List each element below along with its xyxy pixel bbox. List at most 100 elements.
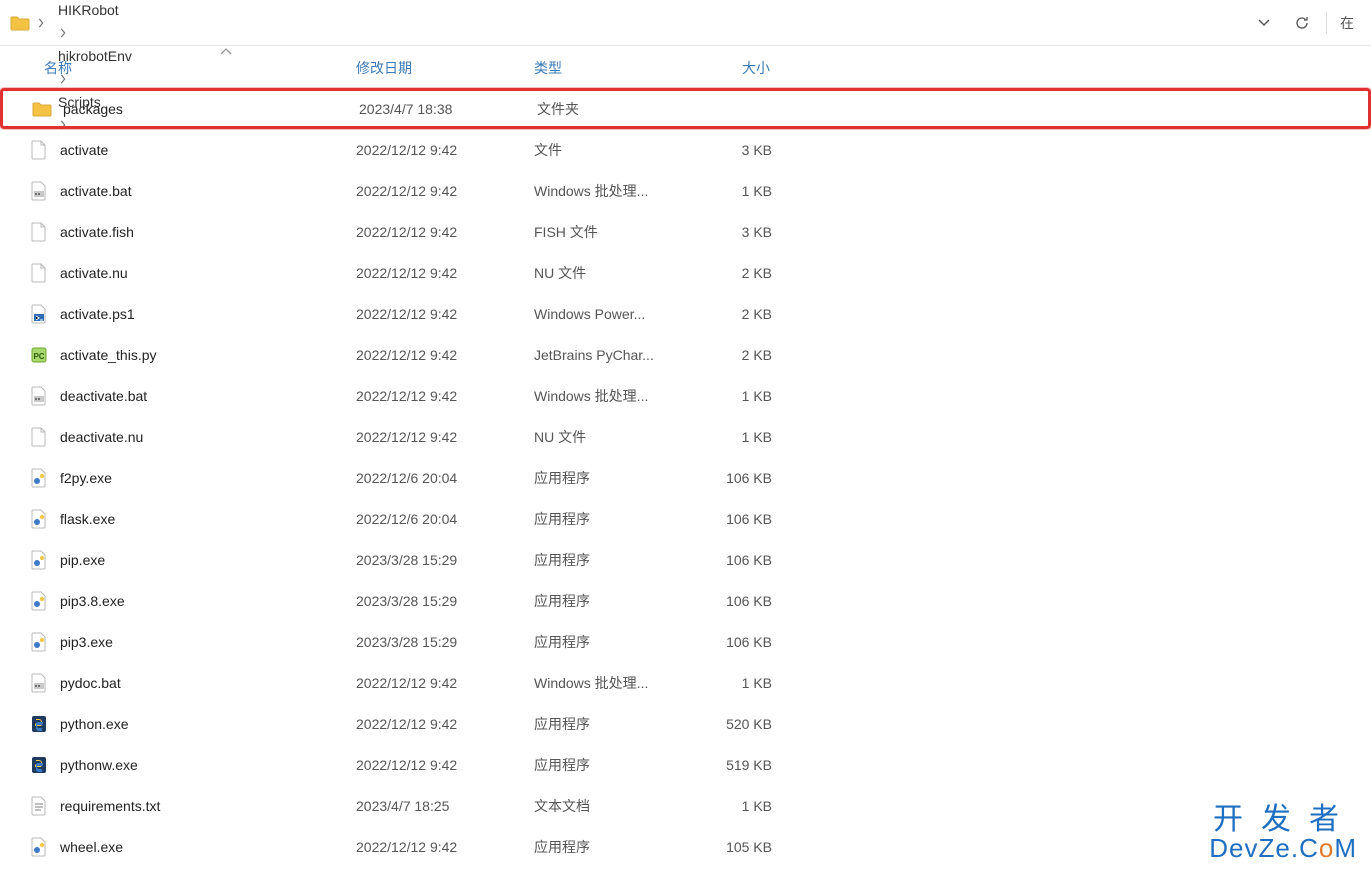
file-type: Windows 批处理... bbox=[534, 181, 688, 201]
file-date: 2023/3/28 15:29 bbox=[356, 634, 534, 650]
file-row[interactable]: activate.ps12022/12/12 9:42Windows Power… bbox=[0, 293, 1371, 334]
file-type: NU 文件 bbox=[534, 263, 688, 283]
file-row[interactable]: pip3.exe2023/3/28 15:29应用程序106 KB bbox=[0, 621, 1371, 662]
file-size: 1 KB bbox=[688, 183, 778, 199]
file-row[interactable]: wheel.exe2022/12/12 9:42应用程序105 KB bbox=[0, 826, 1371, 867]
file-type: 文件 bbox=[534, 140, 688, 160]
file-date: 2022/12/12 9:42 bbox=[356, 306, 534, 322]
file-row[interactable]: activate2022/12/12 9:42文件3 KB bbox=[0, 129, 1371, 170]
file-icon bbox=[28, 508, 50, 530]
file-type: 文件夹 bbox=[537, 99, 691, 119]
file-date: 2022/12/12 9:42 bbox=[356, 757, 534, 773]
file-row[interactable]: pip.exe2023/3/28 15:29应用程序106 KB bbox=[0, 539, 1371, 580]
file-row[interactable]: python.exe2022/12/12 9:42应用程序520 KB bbox=[0, 703, 1371, 744]
column-header-row[interactable]: 名称 修改日期 类型 大小 bbox=[0, 46, 1371, 88]
file-date: 2022/12/12 9:42 bbox=[356, 388, 534, 404]
history-dropdown-button[interactable] bbox=[1246, 8, 1282, 38]
file-type: 应用程序 bbox=[534, 632, 688, 652]
file-size: 519 KB bbox=[688, 757, 778, 773]
file-row[interactable]: deactivate.bat2022/12/12 9:42Windows 批处理… bbox=[0, 375, 1371, 416]
file-row[interactable]: activate.fish2022/12/12 9:42FISH 文件3 KB bbox=[0, 211, 1371, 252]
file-name: activate.nu bbox=[60, 265, 356, 281]
file-row[interactable]: activate.bat2022/12/12 9:42Windows 批处理..… bbox=[0, 170, 1371, 211]
file-row[interactable]: pydoc.bat2022/12/12 9:42Windows 批处理...1 … bbox=[0, 662, 1371, 703]
search-prefix[interactable]: 在 bbox=[1333, 8, 1361, 38]
file-date: 2022/12/12 9:42 bbox=[356, 716, 534, 732]
file-row[interactable]: PCactivate_this.py2022/12/12 9:42JetBrai… bbox=[0, 334, 1371, 375]
file-date: 2022/12/12 9:42 bbox=[356, 142, 534, 158]
file-list[interactable]: 名称 修改日期 类型 大小 packages2023/4/7 18:38文件夹a… bbox=[0, 46, 1371, 873]
file-name: deactivate.nu bbox=[60, 429, 356, 445]
file-type: Windows Power... bbox=[534, 306, 688, 322]
file-icon bbox=[28, 631, 50, 653]
file-size: 3 KB bbox=[688, 224, 778, 240]
file-row[interactable]: deactivate.nu2022/12/12 9:42NU 文件1 KB bbox=[0, 416, 1371, 457]
file-icon bbox=[28, 590, 50, 612]
file-size: 2 KB bbox=[688, 306, 778, 322]
file-size: 1 KB bbox=[688, 675, 778, 691]
file-name: wheel.exe bbox=[60, 839, 356, 855]
file-type: 应用程序 bbox=[534, 714, 688, 734]
file-date: 2023/4/7 18:38 bbox=[359, 101, 537, 117]
file-row[interactable]: pip3.8.exe2023/3/28 15:29应用程序106 KB bbox=[0, 580, 1371, 621]
file-name: f2py.exe bbox=[60, 470, 356, 486]
file-name: activate.bat bbox=[60, 183, 356, 199]
sort-asc-icon bbox=[220, 47, 232, 59]
file-date: 2022/12/6 20:04 bbox=[356, 511, 534, 527]
divider bbox=[1326, 12, 1327, 34]
file-name: packages bbox=[63, 101, 359, 117]
chevron-right-icon[interactable] bbox=[30, 8, 52, 38]
file-type: JetBrains PyChar... bbox=[534, 347, 688, 363]
file-date: 2023/3/28 15:29 bbox=[356, 593, 534, 609]
file-row[interactable]: requirements.txt2023/4/7 18:25文本文档1 KB bbox=[0, 785, 1371, 826]
file-size: 106 KB bbox=[688, 593, 778, 609]
file-size: 520 KB bbox=[688, 716, 778, 732]
file-icon bbox=[28, 303, 50, 325]
file-name: activate.ps1 bbox=[60, 306, 356, 322]
file-size: 1 KB bbox=[688, 798, 778, 814]
file-date: 2022/12/12 9:42 bbox=[356, 429, 534, 445]
file-date: 2022/12/12 9:42 bbox=[356, 839, 534, 855]
folder-row[interactable]: packages2023/4/7 18:38文件夹 bbox=[0, 88, 1371, 129]
refresh-button[interactable] bbox=[1284, 8, 1320, 38]
file-row[interactable]: f2py.exe2022/12/6 20:04应用程序106 KB bbox=[0, 457, 1371, 498]
chevron-right-icon[interactable] bbox=[52, 18, 74, 48]
file-icon bbox=[28, 713, 50, 735]
folder-icon bbox=[31, 98, 53, 120]
file-type: Windows 批处理... bbox=[534, 386, 688, 406]
column-header-name[interactable]: 名称 bbox=[44, 47, 356, 88]
address-bar: 此电脑Data (D:)HIKRobothikrobotEnvScripts 在 bbox=[0, 0, 1371, 46]
file-size: 2 KB bbox=[688, 347, 778, 363]
file-size: 1 KB bbox=[688, 429, 778, 445]
file-row[interactable]: flask.exe2022/12/6 20:04应用程序106 KB bbox=[0, 498, 1371, 539]
file-icon bbox=[28, 549, 50, 571]
address-bar-controls: 在 bbox=[1246, 8, 1363, 38]
column-header-size[interactable]: 大小 bbox=[688, 47, 778, 88]
file-name: pip3.8.exe bbox=[60, 593, 356, 609]
file-date: 2022/12/12 9:42 bbox=[356, 347, 534, 363]
file-row[interactable]: pythonw.exe2022/12/12 9:42应用程序519 KB bbox=[0, 744, 1371, 785]
file-type: 文本文档 bbox=[534, 796, 688, 816]
file-type: 应用程序 bbox=[534, 550, 688, 570]
folder-prefix-icon bbox=[10, 13, 30, 33]
file-name: activate.fish bbox=[60, 224, 356, 240]
breadcrumb-item[interactable]: HIKRobot bbox=[52, 0, 125, 22]
file-icon bbox=[28, 467, 50, 489]
file-type: Windows 批处理... bbox=[534, 673, 688, 693]
file-type: 应用程序 bbox=[534, 755, 688, 775]
file-icon bbox=[28, 139, 50, 161]
file-row[interactable]: activate.nu2022/12/12 9:42NU 文件2 KB bbox=[0, 252, 1371, 293]
file-type: FISH 文件 bbox=[534, 222, 688, 242]
file-date: 2022/12/6 20:04 bbox=[356, 470, 534, 486]
file-type: 应用程序 bbox=[534, 837, 688, 857]
file-name: pydoc.bat bbox=[60, 675, 356, 691]
file-date: 2022/12/12 9:42 bbox=[356, 183, 534, 199]
file-icon bbox=[28, 672, 50, 694]
file-date: 2022/12/12 9:42 bbox=[356, 224, 534, 240]
file-name: pip.exe bbox=[60, 552, 356, 568]
file-name: python.exe bbox=[60, 716, 356, 732]
column-header-type[interactable]: 类型 bbox=[534, 47, 688, 88]
column-header-date[interactable]: 修改日期 bbox=[356, 47, 534, 88]
file-name: activate bbox=[60, 142, 356, 158]
file-name: requirements.txt bbox=[60, 798, 356, 814]
